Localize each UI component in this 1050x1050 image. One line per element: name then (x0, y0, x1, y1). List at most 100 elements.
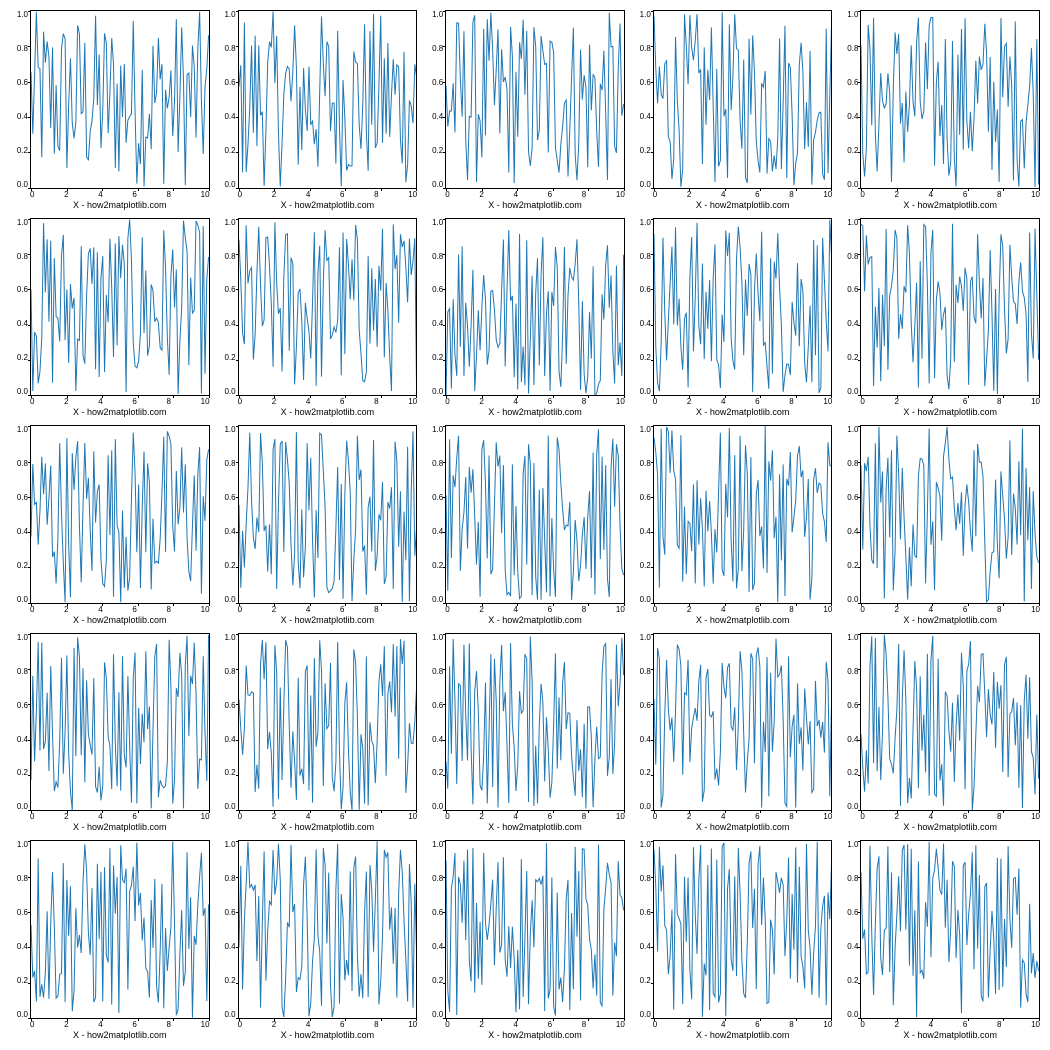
x-axis-label: X - how2matplotlib.com (445, 822, 625, 832)
chart-box (860, 840, 1040, 1019)
noise-line (654, 12, 832, 187)
y-tick-labels: 1.00.80.60.40.20.0 (218, 840, 238, 1019)
y-tick-labels: 1.00.80.60.40.20.0 (633, 425, 653, 604)
chart-box (30, 840, 210, 1019)
x-axis-label: X - how2matplotlib.com (238, 407, 418, 417)
noise-line (861, 634, 1039, 810)
x-axis-label: X - how2matplotlib.com (860, 615, 1040, 625)
subplot-0-2: 1.00.80.60.40.20.00246810X - how2matplot… (425, 10, 625, 210)
noise-line (239, 222, 417, 393)
y-tick-labels: 1.00.80.60.40.20.0 (633, 633, 653, 812)
x-axis-label: X - how2matplotlib.com (860, 822, 1040, 832)
x-tick-labels: 0246810 (30, 605, 210, 614)
x-tick-labels: 0246810 (653, 812, 833, 821)
chart-box (30, 425, 210, 604)
subplot-3-0: 1.00.80.60.40.20.00246810X - how2matplot… (10, 633, 210, 833)
chart-box (653, 10, 833, 189)
x-axis-label: X - how2matplotlib.com (445, 200, 625, 210)
x-axis-label: X - how2matplotlib.com (238, 615, 418, 625)
noise-line (654, 219, 832, 392)
subplot-4-0: 1.00.80.60.40.20.00246810X - how2matplot… (10, 840, 210, 1040)
subplot-4-4: 1.00.80.60.40.20.00246810X - how2matplot… (840, 840, 1040, 1040)
y-tick-labels: 1.00.80.60.40.20.0 (218, 425, 238, 604)
y-tick-labels: 1.00.80.60.40.20.0 (633, 10, 653, 189)
x-axis-label: X - how2matplotlib.com (238, 200, 418, 210)
y-tick-labels: 1.00.80.60.40.20.0 (425, 633, 445, 812)
x-axis-label: X - how2matplotlib.com (653, 615, 833, 625)
x-tick-labels: 0246810 (30, 190, 210, 199)
chart-box (445, 425, 625, 604)
x-axis-label: X - how2matplotlib.com (30, 407, 210, 417)
y-tick-labels: 1.00.80.60.40.20.0 (10, 425, 30, 604)
subplot-0-1: 1.00.80.60.40.20.00246810X - how2matplot… (218, 10, 418, 210)
x-tick-labels: 0246810 (445, 397, 625, 406)
y-tick-labels: 1.00.80.60.40.20.0 (840, 840, 860, 1019)
noise-line (861, 223, 1039, 393)
y-tick-labels: 1.00.80.60.40.20.0 (840, 633, 860, 812)
x-axis-label: X - how2matplotlib.com (30, 200, 210, 210)
chart-box (445, 10, 625, 189)
subplot-2-0: 1.00.80.60.40.20.00246810X - how2matplot… (10, 425, 210, 625)
noise-line (446, 429, 624, 600)
y-tick-labels: 1.00.80.60.40.20.0 (840, 218, 860, 397)
noise-line (31, 219, 209, 394)
noise-line (31, 432, 209, 603)
x-tick-labels: 0246810 (238, 605, 418, 614)
y-tick-labels: 1.00.80.60.40.20.0 (840, 10, 860, 189)
chart-box (653, 633, 833, 812)
chart-box (653, 425, 833, 604)
subplot-4-3: 1.00.80.60.40.20.00246810X - how2matplot… (633, 840, 833, 1040)
y-tick-labels: 1.00.80.60.40.20.0 (633, 218, 653, 397)
x-tick-labels: 0246810 (238, 190, 418, 199)
x-tick-labels: 0246810 (445, 812, 625, 821)
noise-line (654, 842, 832, 1017)
noise-line (654, 638, 832, 807)
subplot-2-2: 1.00.80.60.40.20.00246810X - how2matplot… (425, 425, 625, 625)
noise-line (446, 844, 624, 1016)
chart-box (238, 218, 418, 397)
chart-box (238, 633, 418, 812)
x-tick-labels: 0246810 (445, 605, 625, 614)
chart-box (653, 840, 833, 1019)
subplot-1-1: 1.00.80.60.40.20.00246810X - how2matplot… (218, 218, 418, 418)
subplot-0-0: 1.00.80.60.40.20.00246810X - how2matplot… (10, 10, 210, 210)
y-tick-labels: 1.00.80.60.40.20.0 (425, 218, 445, 397)
chart-box (860, 633, 1040, 812)
chart-box (445, 218, 625, 397)
y-tick-labels: 1.00.80.60.40.20.0 (425, 10, 445, 189)
chart-box (238, 10, 418, 189)
x-axis-label: X - how2matplotlib.com (860, 407, 1040, 417)
chart-box (860, 218, 1040, 397)
x-tick-labels: 0246810 (653, 397, 833, 406)
y-tick-labels: 1.00.80.60.40.20.0 (218, 633, 238, 812)
x-tick-labels: 0246810 (445, 190, 625, 199)
noise-line (861, 427, 1039, 602)
chart-box (30, 633, 210, 812)
noise-line (239, 639, 417, 810)
x-tick-labels: 0246810 (238, 397, 418, 406)
x-tick-labels: 0246810 (653, 1020, 833, 1029)
x-axis-label: X - how2matplotlib.com (445, 1030, 625, 1040)
chart-box (445, 633, 625, 812)
subplot-2-1: 1.00.80.60.40.20.00246810X - how2matplot… (218, 425, 418, 625)
noise-line (31, 842, 209, 1018)
noise-line (654, 426, 832, 602)
x-tick-labels: 0246810 (445, 1020, 625, 1029)
noise-line (861, 17, 1039, 186)
noise-line (31, 635, 209, 810)
chart-box (238, 840, 418, 1019)
x-axis-label: X - how2matplotlib.com (653, 1030, 833, 1040)
x-tick-labels: 0246810 (860, 1020, 1040, 1029)
x-tick-labels: 0246810 (653, 190, 833, 199)
chart-box (30, 10, 210, 189)
subplot-0-4: 1.00.80.60.40.20.00246810X - how2matplot… (840, 10, 1040, 210)
x-tick-labels: 0246810 (860, 190, 1040, 199)
x-tick-labels: 0246810 (860, 605, 1040, 614)
subplot-1-3: 1.00.80.60.40.20.00246810X - how2matplot… (633, 218, 833, 418)
subplot-grid: 1.00.80.60.40.20.00246810X - how2matplot… (10, 10, 1040, 1040)
y-tick-labels: 1.00.80.60.40.20.0 (218, 10, 238, 189)
chart-box (445, 840, 625, 1019)
noise-line (446, 230, 624, 395)
x-axis-label: X - how2matplotlib.com (238, 822, 418, 832)
y-tick-labels: 1.00.80.60.40.20.0 (425, 425, 445, 604)
